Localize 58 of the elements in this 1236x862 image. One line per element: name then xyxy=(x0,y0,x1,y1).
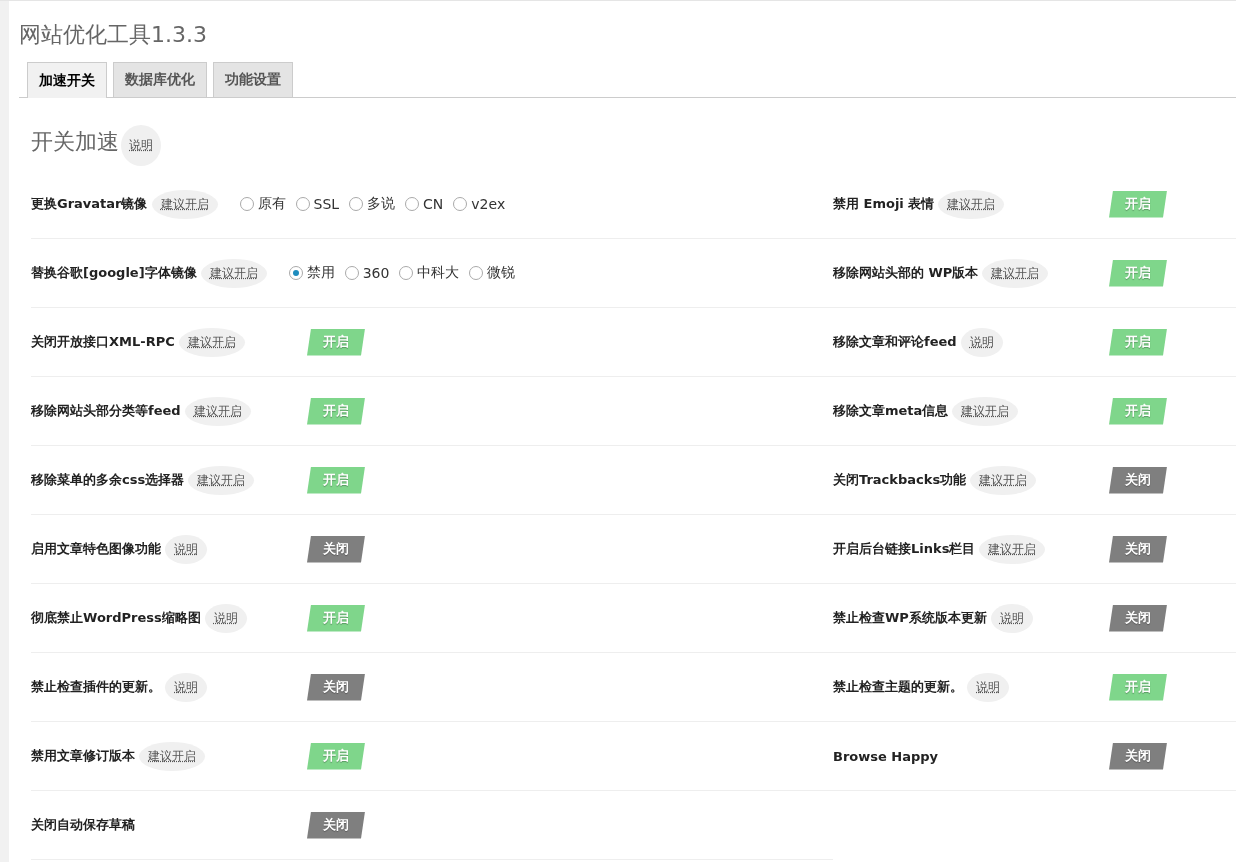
setting-label: 关闭Trackbacks功能 xyxy=(833,471,967,489)
radio-label[interactable]: 中科大 xyxy=(417,264,460,282)
hint-badge[interactable]: 说明 xyxy=(960,327,1003,357)
setting-label: 禁止检查插件的更新。 xyxy=(31,678,161,696)
toggle-button[interactable]: 关闭 xyxy=(307,673,365,701)
setting-label: 移除文章和评论feed xyxy=(833,333,957,351)
hint-badge[interactable]: 建议开启 xyxy=(938,189,1005,219)
hint-badge[interactable]: 说明 xyxy=(990,603,1033,633)
setting-label: 禁用文章修订版本 xyxy=(31,747,135,765)
hint-badge[interactable]: 建议开启 xyxy=(178,327,245,357)
setting-label: 移除网站头部分类等feed xyxy=(31,402,181,420)
toggle-button[interactable]: 关闭 xyxy=(1109,604,1167,632)
tab[interactable]: 功能设置 xyxy=(213,62,293,97)
hint-badge[interactable]: 建议开启 xyxy=(979,534,1046,564)
hint-badge[interactable]: 说明 xyxy=(165,534,207,564)
hint-badge[interactable]: 说明 xyxy=(967,672,1009,702)
setting-label: 移除文章meta信息 xyxy=(833,402,949,420)
setting-label: 禁止检查WP系统版本更新 xyxy=(833,609,987,627)
tab[interactable]: 数据库优化 xyxy=(113,62,207,97)
tab[interactable]: 加速开关 xyxy=(27,62,107,98)
radio-label[interactable]: v2ex xyxy=(471,196,506,212)
page-title: 网站优化工具1.3.3 xyxy=(19,21,208,49)
toggle-button[interactable]: 关闭 xyxy=(307,535,365,563)
toggle-button[interactable]: 关闭 xyxy=(1109,535,1167,563)
setting-label: 禁止检查主题的更新。 xyxy=(833,678,963,696)
toggle-button[interactable]: 关闭 xyxy=(1109,466,1167,494)
setting-label: 替换谷歌[google]字体镜像 xyxy=(31,264,197,282)
setting-label: 开启后台链接Links栏目 xyxy=(833,540,976,558)
setting-label: 关闭自动保存草稿 xyxy=(31,816,135,834)
hint-badge[interactable]: 建议开启 xyxy=(982,258,1049,288)
hint-badge[interactable]: 建议开启 xyxy=(970,465,1037,495)
radio-label[interactable]: 禁用 xyxy=(306,264,335,282)
radio-label[interactable]: 微锐 xyxy=(487,264,516,282)
hint-badge[interactable]: 建议开启 xyxy=(188,465,255,495)
setting-label: Browse Happy xyxy=(833,748,939,764)
hint-badge[interactable]: 建议开启 xyxy=(952,396,1019,426)
radio-label[interactable]: 多说 xyxy=(367,195,396,213)
setting-label: 彻底禁止WordPress缩略图 xyxy=(31,609,201,627)
radio-label[interactable]: CN xyxy=(423,196,444,212)
setting-label: 关闭开放接口XML-RPC xyxy=(31,333,175,351)
hint-badge[interactable]: 说明 xyxy=(204,603,247,633)
section-title: 开关加速 xyxy=(31,128,119,156)
setting-label: 移除网站头部的 WP版本 xyxy=(833,264,979,282)
toggle-button[interactable]: 关闭 xyxy=(307,811,365,839)
hint-badge[interactable]: 建议开启 xyxy=(200,258,267,288)
setting-label: 更换Gravatar镜像 xyxy=(31,195,148,213)
setting-label: 移除菜单的多余css选择器 xyxy=(31,471,185,489)
setting-label: 禁用 Emoji 表情 xyxy=(833,195,935,213)
setting-label: 启用文章特色图像功能 xyxy=(31,540,161,558)
hint-badge[interactable]: 建议开启 xyxy=(139,741,205,771)
hint-badge[interactable]: 说明 xyxy=(165,672,207,702)
hint-badge[interactable]: 建议开启 xyxy=(151,189,218,219)
radio-label[interactable]: 360 xyxy=(362,265,390,281)
hint-badge[interactable]: 说明 xyxy=(121,124,161,166)
radio-label[interactable]: SSL xyxy=(313,196,340,212)
radio-label[interactable]: 原有 xyxy=(257,195,286,213)
toggle-button[interactable]: 关闭 xyxy=(1109,742,1167,770)
hint-badge[interactable]: 建议开启 xyxy=(184,396,251,426)
